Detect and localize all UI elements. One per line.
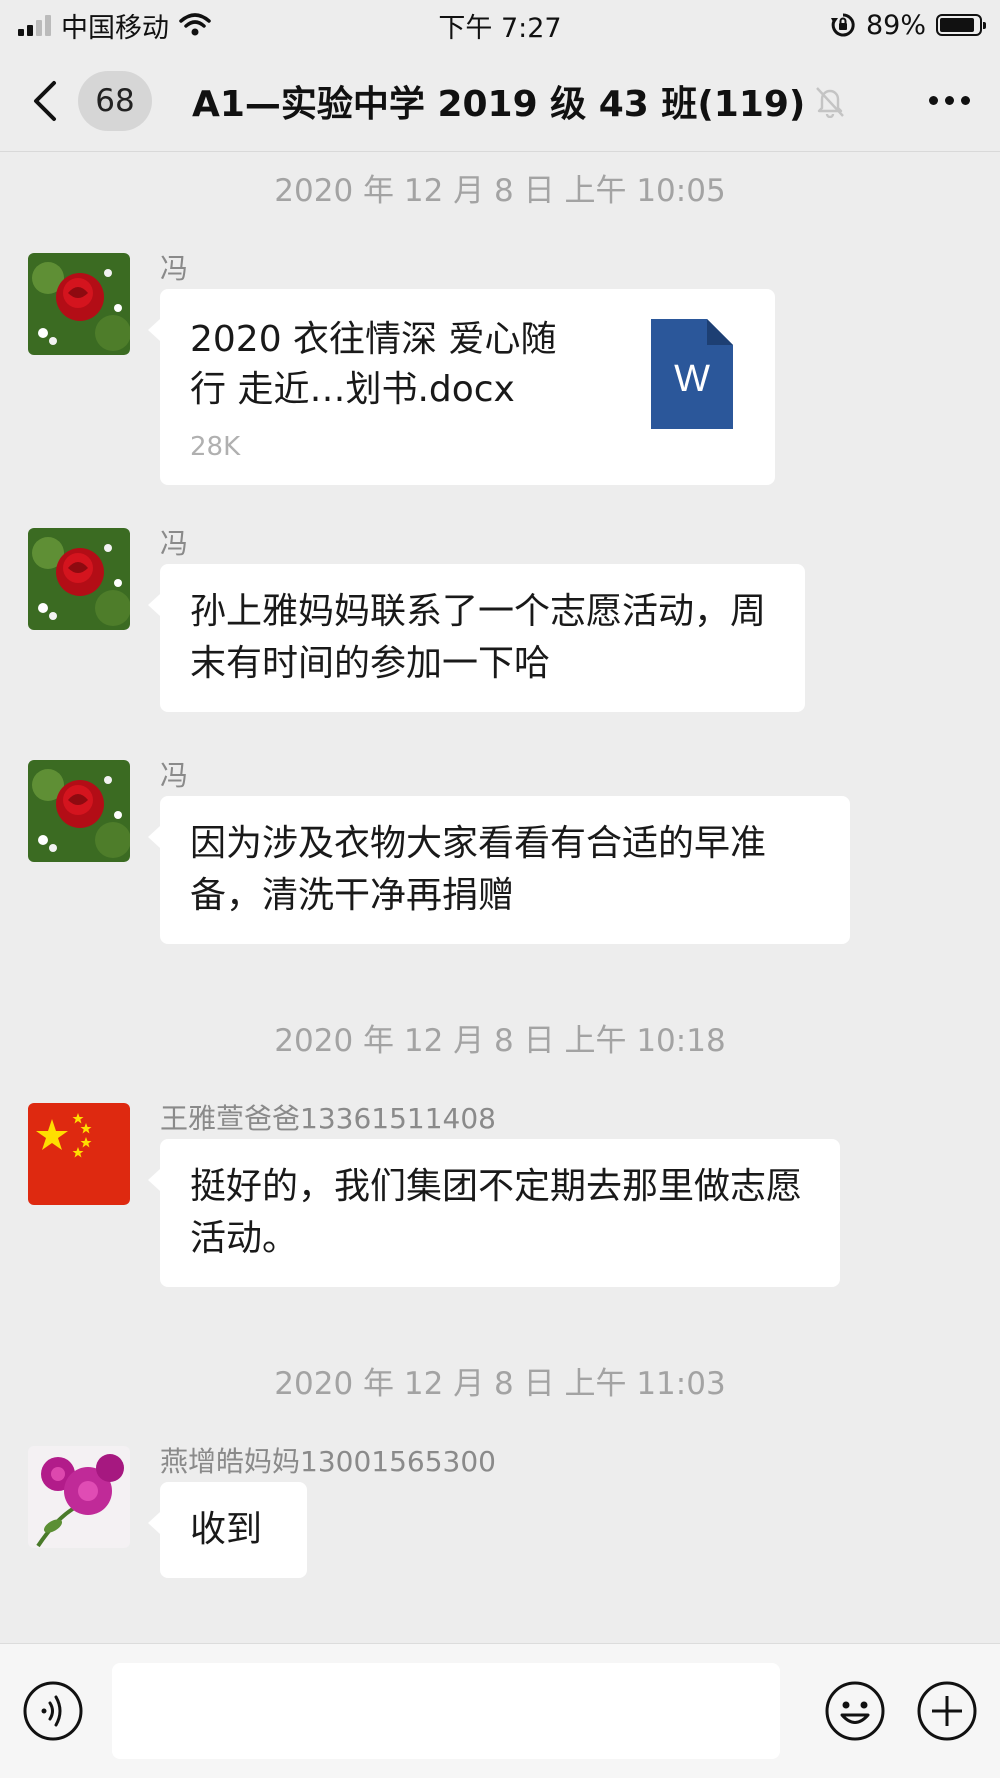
emoji-icon[interactable] bbox=[824, 1680, 886, 1742]
battery-fill bbox=[940, 18, 974, 32]
mute-bell-icon bbox=[816, 86, 845, 118]
avatar-china-flag[interactable] bbox=[28, 1103, 130, 1205]
avatar-rose[interactable] bbox=[28, 253, 130, 355]
rose-avatar-image bbox=[28, 253, 130, 355]
china-flag-icon bbox=[28, 1103, 130, 1205]
flower-avatar-image bbox=[28, 1446, 130, 1548]
timestamp: 2020 年 12 月 8 日 上午 11:03 bbox=[274, 1366, 726, 1402]
battery-percent: 89% bbox=[865, 9, 926, 41]
text-message-bubble[interactable]: 收到 bbox=[148, 1482, 307, 1578]
sender-name: 王雅萱爸爸13361511408 bbox=[160, 1102, 496, 1135]
message-item: 冯 孙上雅妈妈联系了一个志愿活动，周末有时间的参加一下哈 bbox=[28, 527, 968, 712]
unread-count-badge: 68 bbox=[78, 70, 152, 131]
file-name: 2020 衣往情深 爱心随行 走近…划书.docx bbox=[190, 319, 557, 410]
plus-icon[interactable] bbox=[916, 1680, 978, 1742]
battery-icon bbox=[936, 14, 986, 36]
rose-avatar-image bbox=[28, 760, 130, 862]
message-item: 燕增皓妈妈13001565300 收到 bbox=[28, 1445, 968, 1586]
status-bar: 中国移动 下午 7:27 89% bbox=[0, 0, 1000, 50]
sender-name: 冯 bbox=[160, 252, 189, 285]
more-dots-icon[interactable] bbox=[925, 86, 974, 115]
input-bar bbox=[0, 1643, 1000, 1778]
message-item: 冯 因为涉及衣物大家看看有合适的早准备，清洗干净再捐赠 bbox=[28, 759, 968, 944]
status-left: 中国移动 bbox=[18, 6, 211, 45]
nav-bar: 68 A1—实验中学 2019 级 43 班(119) bbox=[0, 50, 1000, 152]
status-right: 89% bbox=[830, 9, 986, 41]
back-button[interactable]: 68 bbox=[26, 70, 152, 131]
text-message-bubble[interactable]: 因为涉及衣物大家看看有合适的早准备，清洗干净再捐赠 bbox=[148, 796, 850, 944]
rose-avatar-image bbox=[28, 528, 130, 630]
message-item: 王雅萱爸爸13361511408 挺好的，我们集团不定期去那里做志愿活动。 bbox=[28, 1102, 968, 1287]
sender-name: 燕增皓妈妈13001565300 bbox=[160, 1445, 496, 1478]
message-item: 冯 2020 衣往情深 爱心随行 走近…划书.docx 28K W bbox=[28, 252, 968, 503]
back-chevron-icon bbox=[34, 80, 56, 121]
chat-title: A1—实验中学 2019 级 43 班(119) bbox=[192, 83, 806, 125]
avatar-rose[interactable] bbox=[28, 528, 130, 630]
avatar-rose[interactable] bbox=[28, 760, 130, 862]
text-message-bubble[interactable]: 孙上雅妈妈联系了一个志愿活动，周末有时间的参加一下哈 bbox=[148, 564, 805, 712]
chat-area: 2020 年 12 月 8 日 上午 10:05 冯 2020 衣往情深 爱心随… bbox=[0, 153, 1000, 1643]
timestamp: 2020 年 12 月 8 日 上午 10:05 bbox=[274, 173, 726, 209]
voice-icon[interactable] bbox=[22, 1680, 84, 1742]
sender-name: 冯 bbox=[160, 527, 189, 560]
avatar-flower[interactable] bbox=[28, 1446, 130, 1548]
timestamp: 2020 年 12 月 8 日 上午 10:18 bbox=[274, 1023, 726, 1059]
word-doc-icon: W bbox=[651, 319, 733, 429]
orientation-lock-icon bbox=[830, 13, 855, 37]
wifi-icon bbox=[179, 13, 211, 36]
signal-icon bbox=[18, 14, 51, 36]
text-message-bubble[interactable]: 挺好的，我们集团不定期去那里做志愿活动。 bbox=[148, 1139, 840, 1287]
carrier-label: 中国移动 bbox=[61, 12, 169, 44]
sender-name: 冯 bbox=[160, 759, 189, 792]
message-input[interactable] bbox=[112, 1663, 780, 1759]
word-icon-letter: W bbox=[674, 358, 710, 400]
input-right-buttons bbox=[824, 1680, 978, 1742]
file-message-bubble[interactable]: 2020 衣往情深 爱心随行 走近…划书.docx 28K W bbox=[148, 289, 775, 485]
